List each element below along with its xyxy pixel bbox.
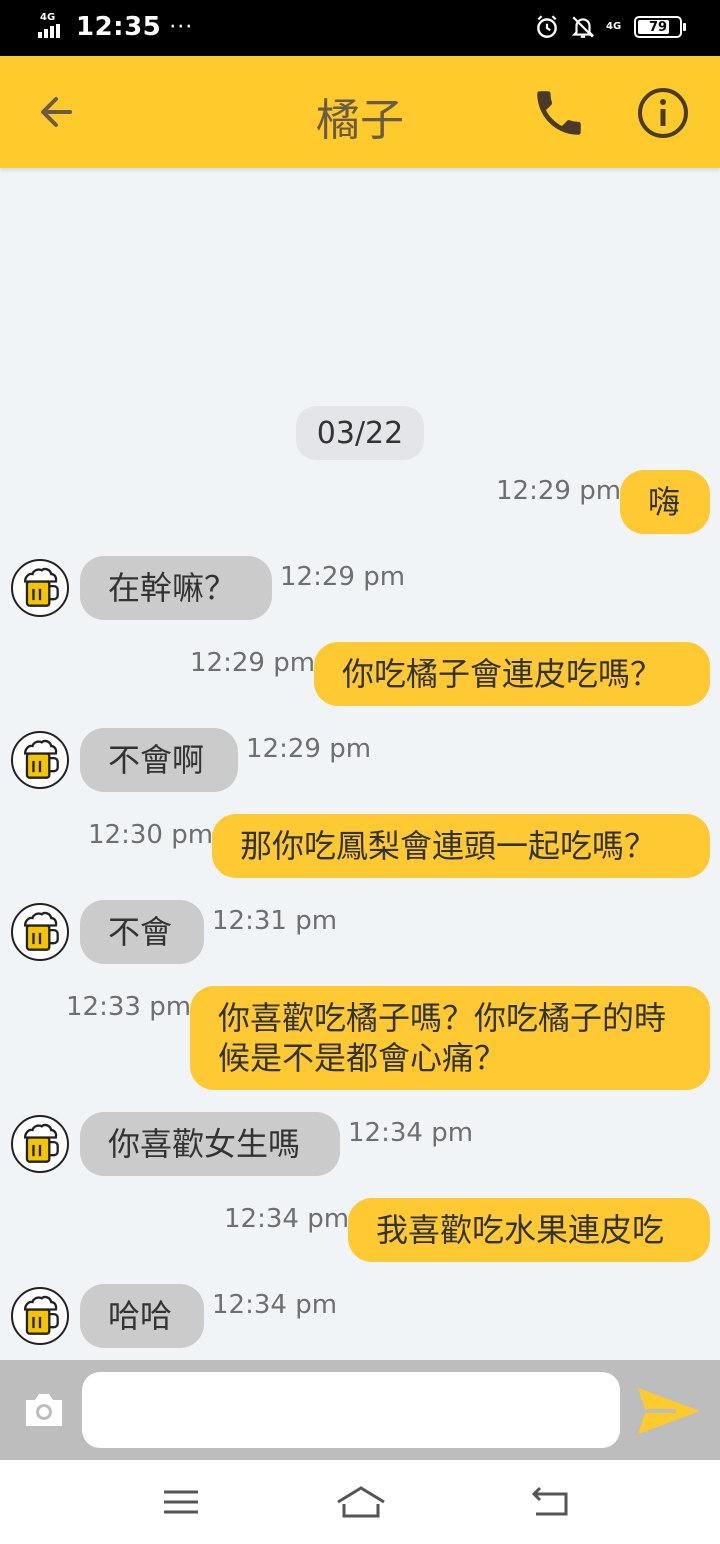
contact-avatar[interactable]: [11, 1115, 69, 1173]
message-timestamp: 12:34 pm: [212, 1290, 338, 1320]
contact-avatar[interactable]: [11, 731, 69, 789]
contact-avatar[interactable]: [11, 1287, 69, 1345]
message-list[interactable]: 03/22 嗨 12:29 pm 在幹嘛？ 12:29 pm 你吃橘子會連皮吃嗎？ 12:…: [0, 168, 720, 1360]
message-timestamp: 12:34 pm: [348, 1118, 474, 1148]
sent-message-bubble[interactable]: 你吃橘子會連皮吃嗎？: [314, 642, 710, 706]
more-notifications-icon: ···: [169, 14, 194, 40]
info-icon[interactable]: [634, 84, 692, 142]
alarm-icon: [537, 15, 557, 38]
message-timestamp: 12:29 pm: [190, 648, 316, 678]
received-message-bubble[interactable]: 在幹嘛？: [80, 556, 272, 620]
contact-avatar[interactable]: [11, 903, 69, 961]
notifications-off-icon: [571, 16, 595, 38]
received-message-bubble[interactable]: 不會啊: [80, 728, 238, 792]
network-type: 4G: [40, 12, 56, 23]
sent-message-bubble[interactable]: 嗨: [620, 470, 710, 534]
message-timestamp: 12:29 pm: [280, 562, 406, 592]
contact-name: 橘子: [316, 95, 404, 146]
home-icon[interactable]: [336, 1484, 386, 1520]
data-network-type: 4G: [606, 21, 622, 32]
signal-icon: 4G: [38, 12, 72, 41]
received-message-bubble[interactable]: 哈哈: [80, 1284, 204, 1348]
message-timestamp: 12:30 pm: [88, 820, 214, 850]
received-message-bubble[interactable]: 不會: [80, 900, 204, 964]
phone-icon[interactable]: [530, 84, 588, 142]
message-timestamp: 12:31 pm: [212, 906, 338, 936]
message-input[interactable]: [82, 1372, 620, 1448]
battery-icon: 79: [634, 16, 686, 38]
message-composer: [0, 1360, 720, 1460]
message-timestamp: 12:29 pm: [246, 734, 372, 764]
battery-level: 79: [648, 19, 668, 35]
sent-message-bubble[interactable]: 我喜歡吃水果連皮吃: [348, 1198, 710, 1262]
contact-avatar[interactable]: [11, 559, 69, 617]
back-nav-icon[interactable]: [526, 1484, 572, 1520]
message-timestamp: 12:34 pm: [224, 1204, 350, 1234]
chat-header: 橘子: [0, 56, 720, 168]
message-timestamp: 12:29 pm: [496, 476, 622, 506]
send-icon[interactable]: [636, 1384, 702, 1438]
menu-icon[interactable]: [158, 1484, 204, 1520]
message-timestamp: 12:33 pm: [66, 992, 192, 1022]
sent-message-bubble[interactable]: 你喜歡吃橘子嗎？你吃橘子的時候是不是都會心痛？: [190, 986, 710, 1090]
status-bar: 4G 12:35 ··· 4G 79: [0, 0, 720, 56]
system-navigation-bar: [0, 1460, 720, 1544]
camera-icon[interactable]: [22, 1390, 66, 1430]
sent-message-bubble[interactable]: 那你吃鳳梨會連頭一起吃嗎？: [212, 814, 710, 878]
date-divider: 03/22: [296, 406, 424, 460]
received-message-bubble[interactable]: 你喜歡女生嗎: [80, 1112, 340, 1176]
status-time: 12:35: [76, 12, 162, 42]
